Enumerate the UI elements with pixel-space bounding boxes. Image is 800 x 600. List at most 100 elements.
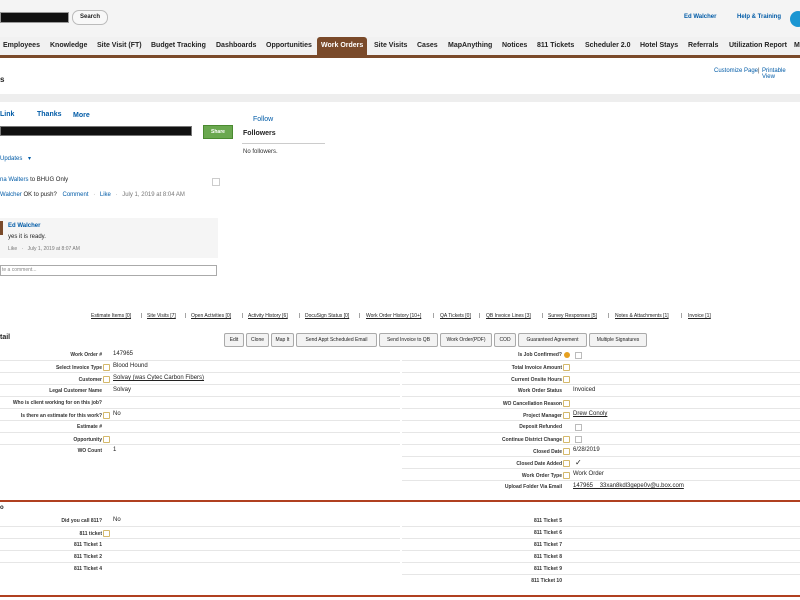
reply-author-link[interactable]: Walcher bbox=[0, 192, 22, 198]
post-input[interactable] bbox=[0, 126, 192, 136]
tab-mapanything[interactable]: MapAnything bbox=[448, 37, 492, 55]
help-icon[interactable] bbox=[563, 436, 570, 443]
map-it-button[interactable]: Map It bbox=[271, 333, 294, 347]
feed-item-body: Walcher OK to push? Comment · Like · Jul… bbox=[0, 192, 185, 198]
help-icon[interactable] bbox=[563, 472, 570, 479]
write-comment-input[interactable]: te a comment... bbox=[0, 265, 217, 276]
deposit-refunded-checkbox bbox=[575, 424, 582, 431]
help-icon[interactable] bbox=[563, 460, 570, 467]
customize-page-link[interactable]: Customize Page bbox=[714, 68, 758, 74]
related-link-separator: | bbox=[359, 313, 361, 319]
help-icon[interactable] bbox=[563, 412, 570, 419]
tab-scheduler-2[interactable]: Scheduler 2.0 bbox=[585, 37, 631, 55]
link-separator: | bbox=[758, 68, 760, 74]
tab-utilization-report[interactable]: Utilization Report bbox=[729, 37, 787, 55]
chatter-tab-thanks[interactable]: Thanks bbox=[37, 111, 62, 118]
help-icon[interactable] bbox=[103, 412, 110, 419]
help-icon[interactable] bbox=[103, 364, 110, 371]
tab-more[interactable]: M bbox=[794, 37, 800, 55]
help-training-link[interactable]: Help & Training bbox=[737, 14, 781, 20]
related-link-survey-responses[interactable]: Survey Responses [5] bbox=[548, 313, 597, 319]
help-icon[interactable] bbox=[563, 376, 570, 383]
search-input[interactable] bbox=[0, 12, 69, 23]
tab-work-orders[interactable]: Work Orders bbox=[317, 37, 368, 55]
tab-811-tickets[interactable]: 811 Tickets bbox=[537, 37, 574, 55]
info-icon[interactable] bbox=[564, 352, 570, 358]
customer-link[interactable]: Solvay (was Cytec Carbon Fibers) bbox=[113, 375, 204, 381]
help-icon[interactable] bbox=[103, 436, 110, 443]
send-appt-email-button[interactable]: Send Appt Scheduled Email bbox=[296, 333, 377, 347]
field-label: Closed Date Added bbox=[516, 460, 570, 467]
help-icon[interactable] bbox=[563, 448, 570, 455]
section-divider bbox=[0, 595, 800, 597]
comment-author-link[interactable]: Ed Walcher bbox=[8, 223, 40, 229]
related-link-notes-attachments[interactable]: Notes & Attachments [1] bbox=[615, 313, 669, 319]
comment-like-link[interactable]: Like bbox=[8, 246, 17, 252]
tab-opportunities[interactable]: Opportunities bbox=[266, 37, 312, 55]
related-link-work-order-history[interactable]: Work Order History [10+] bbox=[366, 313, 421, 319]
field-label: Legal Customer Name bbox=[49, 388, 102, 394]
clone-button[interactable]: Clone bbox=[246, 333, 269, 347]
printable-view-link[interactable]: Printable View bbox=[762, 68, 800, 80]
send-invoice-qb-button[interactable]: Send Invoice to QB bbox=[379, 333, 438, 347]
edit-button[interactable]: Edit bbox=[224, 333, 244, 347]
updates-filter[interactable]: Updates ▾ bbox=[0, 155, 31, 162]
related-link-docusign-status[interactable]: DocuSign Status [0] bbox=[305, 313, 349, 319]
related-link-activity-history[interactable]: Activity History [6] bbox=[248, 313, 288, 319]
chatter-tab-more[interactable]: More bbox=[73, 112, 90, 119]
feed-author-link[interactable]: na Walters bbox=[0, 177, 28, 183]
field-label: 811 Ticket 8 bbox=[534, 554, 562, 560]
follow-link[interactable]: Follow bbox=[253, 116, 273, 123]
chatter-tab-link[interactable]: Link bbox=[0, 111, 14, 118]
related-link-qb-invoice-lines[interactable]: QB Invoice Lines [3] bbox=[486, 313, 531, 319]
help-icon[interactable] bbox=[103, 376, 110, 383]
tab-dashboards[interactable]: Dashboards bbox=[216, 37, 256, 55]
upload-email-link[interactable]: 147965__33xan8kdl3gepe0v@u.box.com bbox=[573, 483, 684, 489]
multiple-signatures-button[interactable]: Multiple Signatures bbox=[589, 333, 647, 347]
tab-hotel-stays[interactable]: Hotel Stays bbox=[640, 37, 678, 55]
project-manager-link[interactable]: Drew Conoly bbox=[573, 411, 607, 417]
row-divider bbox=[0, 526, 400, 527]
related-link-open-activities[interactable]: Open Activities [0] bbox=[191, 313, 231, 319]
related-link-site-visits[interactable]: Site Visits [7] bbox=[147, 313, 176, 319]
work-order-pdf-button[interactable]: Work Order(PDF) bbox=[440, 333, 492, 347]
search-button[interactable]: Search bbox=[72, 10, 108, 25]
tab-notices[interactable]: Notices bbox=[502, 37, 527, 55]
related-link-invoice[interactable]: Invoice [1] bbox=[688, 313, 711, 319]
row-divider bbox=[0, 408, 400, 409]
comment-link[interactable]: Comment bbox=[63, 192, 89, 198]
feed-item-menu[interactable] bbox=[212, 178, 220, 186]
like-link[interactable]: Like bbox=[100, 192, 111, 198]
related-link-estimate-items[interactable]: Estimate Items [0] bbox=[91, 313, 131, 319]
tab-budget-tracking[interactable]: Budget Tracking bbox=[151, 37, 206, 55]
tab-cases[interactable]: Cases bbox=[417, 37, 438, 55]
app-launcher-icon[interactable] bbox=[790, 11, 800, 27]
related-link-separator: | bbox=[433, 313, 435, 319]
related-link-separator: | bbox=[185, 313, 187, 319]
row-divider bbox=[402, 574, 800, 575]
help-icon[interactable] bbox=[563, 364, 570, 371]
related-link-qa-tickets[interactable]: QA Tickets [0] bbox=[440, 313, 471, 319]
tab-knowledge[interactable]: Knowledge bbox=[50, 37, 87, 55]
row-divider bbox=[0, 372, 400, 373]
tab-site-visit-ft[interactable]: Site Visit (FT) bbox=[97, 37, 142, 55]
share-button[interactable]: Share bbox=[203, 125, 233, 139]
field-label: Did you call 811? bbox=[61, 518, 102, 524]
guaranteed-agreement-button[interactable]: Guaranteed Agreement bbox=[518, 333, 587, 347]
field-value: 1 bbox=[113, 447, 117, 453]
cod-button[interactable]: COD bbox=[494, 333, 516, 347]
field-label: Current Onsite Hours bbox=[511, 376, 570, 383]
row-divider bbox=[0, 396, 400, 397]
row-divider bbox=[402, 526, 800, 527]
help-icon[interactable] bbox=[563, 400, 570, 407]
field-label: Project Manager bbox=[523, 412, 570, 419]
section-heading: o bbox=[0, 505, 4, 511]
help-icon[interactable] bbox=[103, 530, 110, 537]
user-menu[interactable]: Ed Walcher bbox=[684, 14, 716, 20]
tab-employees[interactable]: Employees bbox=[3, 37, 40, 55]
tab-referrals[interactable]: Referrals bbox=[688, 37, 718, 55]
tab-site-visits[interactable]: Site Visits bbox=[374, 37, 407, 55]
row-divider bbox=[402, 538, 800, 539]
field-label: 811 Ticket 10 bbox=[531, 578, 562, 584]
row-divider bbox=[0, 550, 400, 551]
